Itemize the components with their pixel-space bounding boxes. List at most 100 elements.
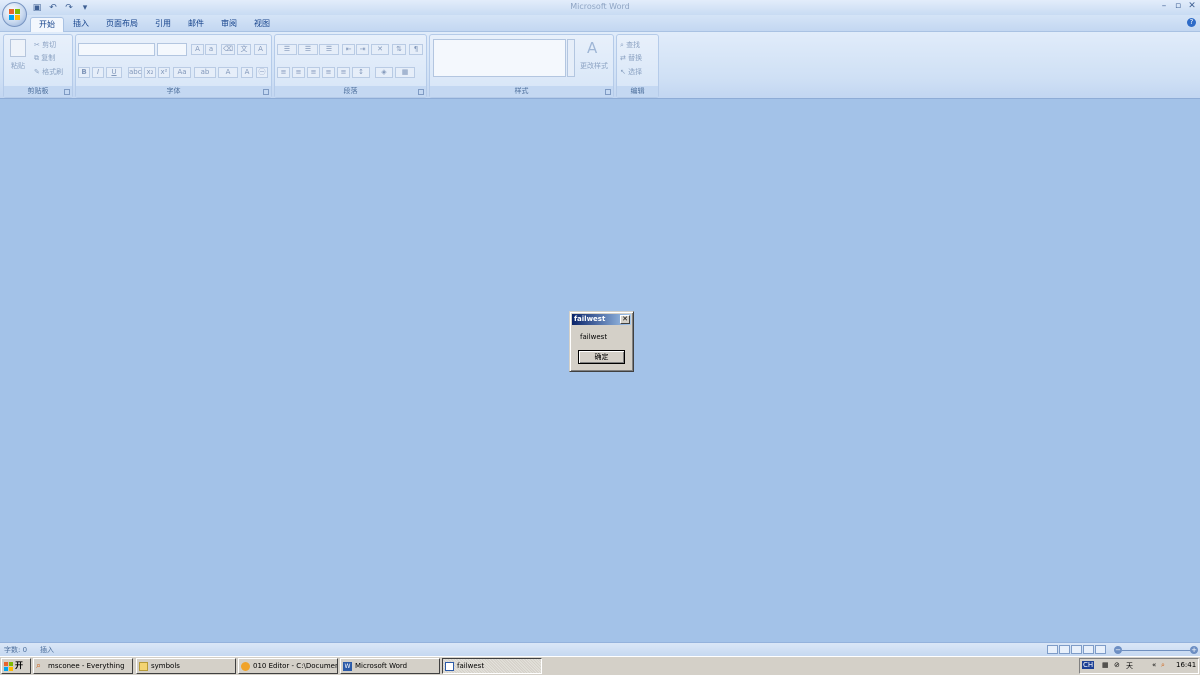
find-label: 查找 <box>626 41 641 49</box>
minimize-icon[interactable]: – <box>1160 1 1168 11</box>
styles-launcher-icon[interactable] <box>605 89 611 95</box>
bullets-button[interactable]: ☰ <box>277 44 297 55</box>
decrease-indent-button[interactable]: ⇤ <box>342 44 355 55</box>
chinese-layout-button[interactable]: ✕ <box>371 44 389 55</box>
multilevel-list-button[interactable]: ☰ <box>319 44 339 55</box>
help-icon[interactable]: ? <box>1187 18 1196 27</box>
increase-indent-button[interactable]: ⇥ <box>356 44 369 55</box>
paste-icon <box>10 39 26 57</box>
subscript-button[interactable]: x₂ <box>144 67 156 78</box>
replace-label: 替换 <box>628 54 643 62</box>
borders-button[interactable]: ▦ <box>395 67 415 78</box>
task-symbols[interactable]: symbols <box>136 658 236 674</box>
change-styles-button[interactable]: 更改样式 <box>580 61 608 71</box>
font-color-button[interactable]: A <box>218 67 238 78</box>
clipboard-launcher-icon[interactable] <box>64 89 70 95</box>
full-screen-reading-icon[interactable] <box>1059 645 1070 654</box>
show-marks-button[interactable]: ¶ <box>409 44 423 55</box>
zoom-out-icon[interactable]: − <box>1114 646 1122 654</box>
char-shading-button[interactable]: A <box>241 67 253 78</box>
ribbon-tabs: 开始 插入 页面布局 引用 邮件 审阅 视图 <box>30 17 279 32</box>
tab-references[interactable]: 引用 <box>147 17 179 32</box>
replace-button[interactable]: ⇄ 替换 <box>620 53 642 63</box>
message-box: failwest ✕ failwest 确定 <box>569 311 634 372</box>
copy-label: 复制 <box>41 54 56 62</box>
sort-button[interactable]: ⇅ <box>392 44 406 55</box>
insert-mode[interactable]: 插入 <box>40 645 54 655</box>
italic-button[interactable]: I <box>92 67 104 78</box>
line-spacing-button[interactable]: ↕ <box>352 67 370 78</box>
phonetic-guide-button[interactable]: 文 <box>237 44 251 55</box>
window-controls: – ▫ ✕ <box>1160 1 1196 11</box>
weather-indicator[interactable]: 天 <box>1126 661 1133 671</box>
task-everything[interactable]: ⌕ msconee - Everything <box>33 658 133 674</box>
ok-button[interactable]: 确定 <box>578 350 625 364</box>
highlight-button[interactable]: ab <box>194 67 216 78</box>
close-icon[interactable]: ✕ <box>620 315 630 324</box>
language-indicator[interactable]: CH <box>1082 661 1095 669</box>
font-name-dropdown[interactable] <box>78 43 155 56</box>
word-count[interactable]: 字数: 0 <box>4 645 27 655</box>
zoom-track <box>1122 650 1190 651</box>
web-layout-icon[interactable] <box>1071 645 1082 654</box>
justify-button[interactable]: ≡ <box>322 67 335 78</box>
tab-page-layout[interactable]: 页面布局 <box>98 17 146 32</box>
shading-button[interactable]: ◈ <box>375 67 393 78</box>
strikethrough-button[interactable]: abc <box>128 67 142 78</box>
restore-icon[interactable]: ▫ <box>1174 1 1182 11</box>
search-icon: ⌕ <box>36 661 42 671</box>
keyboard-icon[interactable]: ▦ <box>1102 661 1109 669</box>
paragraph-launcher-icon[interactable] <box>418 89 424 95</box>
network-icon[interactable]: ⊘ <box>1114 661 1120 669</box>
select-button[interactable]: ↖ 选择 <box>620 67 642 77</box>
tab-view[interactable]: 视图 <box>246 17 278 32</box>
tab-home[interactable]: 开始 <box>30 17 64 32</box>
close-icon[interactable]: ✕ <box>1188 1 1196 11</box>
font-size-dropdown[interactable] <box>157 43 187 56</box>
bold-button[interactable]: B <box>78 67 90 78</box>
underline-button[interactable]: U <box>106 67 122 78</box>
tab-insert[interactable]: 插入 <box>65 17 97 32</box>
zoom-in-icon[interactable]: + <box>1190 646 1198 654</box>
numbering-button[interactable]: ☰ <box>298 44 318 55</box>
zoom-slider[interactable]: − + <box>1114 646 1198 654</box>
format-painter-button[interactable]: ✎ 格式刷 <box>34 67 63 77</box>
task-failwest[interactable]: failwest <box>442 658 542 674</box>
tab-mailings[interactable]: 邮件 <box>180 17 212 32</box>
styles-group: A 更改样式 样式 <box>429 34 614 98</box>
align-right-button[interactable]: ≡ <box>307 67 320 78</box>
find-button[interactable]: ⌕ 查找 <box>620 40 640 50</box>
clock[interactable]: 16:41 <box>1176 661 1196 669</box>
office-button[interactable] <box>2 2 27 27</box>
clear-format-button[interactable]: ⌫ <box>221 44 235 55</box>
status-bar: 字数: 0 插入 − + <box>0 642 1200 656</box>
print-layout-icon[interactable] <box>1047 645 1058 654</box>
change-case-button[interactable]: Aa <box>173 67 191 78</box>
font-launcher-icon[interactable] <box>263 89 269 95</box>
paste-button[interactable]: 粘贴 <box>11 61 25 71</box>
enclose-char-button[interactable]: ㊀ <box>256 67 268 78</box>
font-group: A a ⌫ 文 A B I U abc x₂ x² Aa ab A A ㊀ 字体 <box>75 34 272 98</box>
draft-icon[interactable] <box>1095 645 1106 654</box>
styles-gallery[interactable] <box>433 39 566 77</box>
task-010-editor[interactable]: 010 Editor - C:\Documen... <box>238 658 338 674</box>
clipboard-group: 粘贴 ✂ 剪切 ⧉ 复制 ✎ 格式刷 剪贴板 <box>3 34 73 98</box>
copy-button[interactable]: ⧉ 复制 <box>34 53 55 63</box>
align-center-button[interactable]: ≡ <box>292 67 305 78</box>
gallery-scroll[interactable] <box>567 39 575 77</box>
task-word[interactable]: W Microsoft Word <box>340 658 440 674</box>
align-left-button[interactable]: ≡ <box>277 67 290 78</box>
grow-font-button[interactable]: A <box>191 44 204 55</box>
cut-button[interactable]: ✂ 剪切 <box>34 40 56 50</box>
start-button[interactable]: 开始 <box>1 658 31 674</box>
styles-group-label: 样式 <box>430 86 613 97</box>
tab-review[interactable]: 审阅 <box>213 17 245 32</box>
char-border-button[interactable]: A <box>254 44 267 55</box>
tray-app-icon[interactable]: ⌕ <box>1161 661 1165 670</box>
distributed-button[interactable]: ≡ <box>337 67 350 78</box>
superscript-button[interactable]: x² <box>158 67 170 78</box>
title-bar: ▣ ↶ ↷ ▾ Microsoft Word – ▫ ✕ <box>0 0 1200 15</box>
tray-expand-icon[interactable]: « <box>1152 661 1156 669</box>
shrink-font-button[interactable]: a <box>205 44 217 55</box>
outline-icon[interactable] <box>1083 645 1094 654</box>
